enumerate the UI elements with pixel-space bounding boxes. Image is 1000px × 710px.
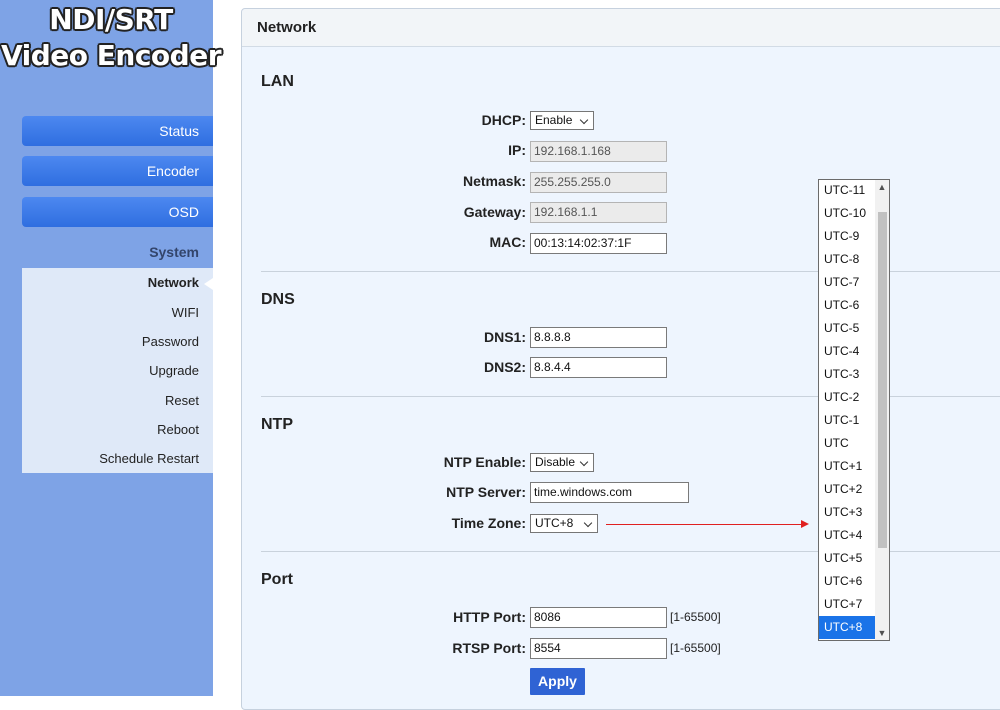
timezone-option[interactable]: UTC-2 bbox=[819, 386, 875, 409]
timezone-label: Time Zone: bbox=[451, 515, 526, 531]
timezone-option[interactable]: UTC-3 bbox=[819, 363, 875, 386]
dns2-label: DNS2: bbox=[483, 359, 526, 375]
ip-field[interactable]: 192.168.1.168 bbox=[530, 141, 667, 162]
chevron-down-icon bbox=[583, 518, 593, 528]
dns1-field[interactable]: 8.8.8.8 bbox=[530, 327, 667, 348]
sidebar: NDI/SRT Video Encoder Status Encoder OSD… bbox=[0, 0, 222, 696]
nav-osd-button[interactable]: OSD bbox=[22, 197, 213, 227]
timezone-option[interactable]: UTC+6 bbox=[819, 570, 875, 593]
timezone-option[interactable]: UTC-4 bbox=[819, 340, 875, 363]
ntp-enable-select-value: Disable bbox=[535, 455, 576, 469]
timezone-option[interactable]: UTC+4 bbox=[819, 524, 875, 547]
timezone-option[interactable]: UTC-1 bbox=[819, 409, 875, 432]
timezone-option[interactable]: UTC-7 bbox=[819, 271, 875, 294]
panel-header: Network bbox=[242, 9, 1000, 47]
sidebar-item-reboot[interactable]: Reboot bbox=[157, 422, 199, 437]
sidebar-item-wifi[interactable]: WIFI bbox=[172, 305, 199, 320]
timezone-dropdown-list[interactable]: UTC-11 UTC-10 UTC-9 UTC-8 UTC-7 UTC-6 UTC-5 UTC… bbox=[818, 179, 890, 641]
dns2-field[interactable]: 8.8.4.4 bbox=[530, 357, 667, 378]
timezone-option[interactable]: UTC+8 bbox=[819, 616, 875, 639]
http-port-range: [1-65500] bbox=[670, 610, 721, 624]
dhcp-label: DHCP: bbox=[481, 112, 526, 128]
nav-encoder-button[interactable]: Encoder bbox=[22, 156, 213, 186]
system-submenu: Network WIFI Password Upgrade Reset Rebo… bbox=[22, 268, 213, 473]
dns1-label: DNS1: bbox=[483, 329, 526, 345]
brand-line2: Video Encoder bbox=[0, 39, 222, 72]
system-heading[interactable]: System bbox=[22, 244, 199, 260]
sidebar-item-reset[interactable]: Reset bbox=[165, 393, 199, 408]
dns-heading: DNS bbox=[261, 291, 295, 308]
annotation-arrow-line bbox=[606, 524, 803, 525]
timezone-option[interactable]: UTC+5 bbox=[819, 547, 875, 570]
timezone-option[interactable]: UTC-11 bbox=[819, 180, 875, 202]
timezone-option[interactable]: UTC-6 bbox=[819, 294, 875, 317]
ntp-server-label: NTP Server: bbox=[446, 484, 526, 500]
dhcp-select-value: Enable bbox=[535, 113, 573, 127]
page-title: Network bbox=[257, 19, 317, 36]
timezone-option[interactable]: UTC+7 bbox=[819, 593, 875, 616]
timezone-select[interactable]: UTC+8 bbox=[530, 514, 598, 533]
lan-heading: LAN bbox=[261, 73, 294, 90]
http-port-field[interactable]: 8086 bbox=[530, 607, 667, 628]
dropdown-scrollbar[interactable]: ▲ ▼ bbox=[875, 180, 889, 640]
brand-line1: NDI/SRT bbox=[49, 3, 173, 36]
netmask-field[interactable]: 255.255.255.0 bbox=[530, 172, 667, 193]
mac-label: MAC: bbox=[489, 234, 526, 250]
rtsp-port-label: RTSP Port: bbox=[452, 640, 526, 656]
timezone-option[interactable]: UTC-8 bbox=[819, 248, 875, 271]
sidebar-item-password[interactable]: Password bbox=[142, 334, 199, 349]
sidebar-item-schedule-restart[interactable]: Schedule Restart bbox=[99, 451, 199, 466]
gateway-field[interactable]: 192.168.1.1 bbox=[530, 202, 667, 223]
apply-button[interactable]: Apply bbox=[530, 668, 585, 695]
scrollbar-thumb[interactable] bbox=[878, 212, 887, 548]
timezone-option[interactable]: UTC-9 bbox=[819, 225, 875, 248]
active-item-indicator bbox=[204, 278, 213, 290]
ntp-heading: NTP bbox=[261, 416, 293, 433]
chevron-down-icon[interactable]: ▼ bbox=[875, 626, 889, 640]
dhcp-select[interactable]: Enable bbox=[530, 111, 594, 130]
nav-status-button[interactable]: Status bbox=[22, 116, 213, 146]
sidebar-item-upgrade[interactable]: Upgrade bbox=[149, 363, 199, 378]
ntp-server-field[interactable]: time.windows.com bbox=[530, 482, 689, 503]
timezone-option[interactable]: UTC-10 bbox=[819, 202, 875, 225]
timezone-select-value: UTC+8 bbox=[535, 516, 574, 530]
timezone-option[interactable]: UTC+1 bbox=[819, 455, 875, 478]
timezone-option[interactable]: UTC+3 bbox=[819, 501, 875, 524]
netmask-label: Netmask: bbox=[462, 173, 526, 189]
rtsp-port-field[interactable]: 8554 bbox=[530, 638, 667, 659]
mac-field[interactable]: 00:13:14:02:37:1F bbox=[530, 233, 667, 254]
arrow-right-icon bbox=[801, 520, 809, 528]
rtsp-port-range: [1-65500] bbox=[670, 641, 721, 655]
ip-label: IP: bbox=[508, 142, 526, 158]
gateway-label: Gateway: bbox=[463, 204, 526, 220]
sidebar-item-network[interactable]: Network bbox=[148, 275, 199, 290]
chevron-down-icon bbox=[579, 115, 589, 125]
timezone-option[interactable]: UTC bbox=[819, 432, 875, 455]
http-port-label: HTTP Port: bbox=[453, 609, 526, 625]
port-heading: Port bbox=[261, 571, 293, 588]
ntp-enable-label: NTP Enable: bbox=[443, 454, 526, 470]
timezone-option[interactable]: UTC-5 bbox=[819, 317, 875, 340]
ntp-enable-select[interactable]: Disable bbox=[530, 453, 594, 472]
timezone-option[interactable]: UTC+2 bbox=[819, 478, 875, 501]
chevron-up-icon[interactable]: ▲ bbox=[875, 180, 889, 194]
chevron-down-icon bbox=[579, 457, 589, 467]
brand-logo: NDI/SRT Video Encoder bbox=[0, 2, 222, 74]
